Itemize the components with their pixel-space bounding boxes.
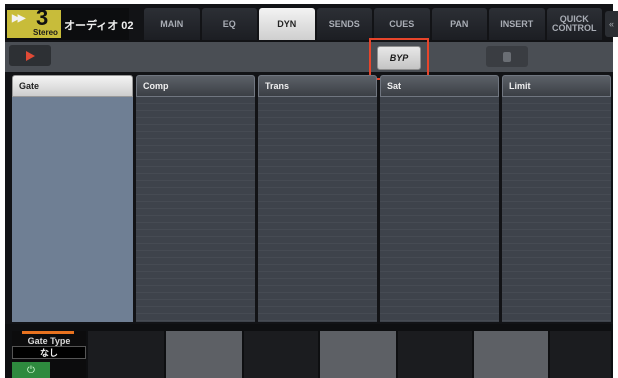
module-header[interactable]: Sat: [380, 75, 499, 97]
tabs-scroll-left-icon[interactable]: «: [605, 11, 618, 37]
tab-cues[interactable]: CUES: [374, 8, 430, 40]
module-trans[interactable]: Trans: [258, 75, 377, 322]
section-tabs: MAIN EQ DYN SENDS CUES PAN INSERT QUICK …: [144, 8, 604, 40]
knob-slot[interactable]: [320, 331, 396, 378]
tab-eq[interactable]: EQ: [201, 8, 257, 40]
knob-slot[interactable]: [88, 331, 164, 378]
channel-type: Stereo: [33, 28, 58, 37]
bypass-button[interactable]: BYP: [377, 46, 421, 70]
play-mark-button[interactable]: [9, 45, 51, 66]
module-sat[interactable]: Sat: [380, 75, 499, 322]
tab-main[interactable]: MAIN: [144, 8, 200, 40]
parameter-indicator-bar: [22, 331, 74, 334]
module-body: [502, 97, 611, 322]
tab-dyn[interactable]: DYN: [259, 8, 315, 40]
knob-slot[interactable]: [244, 331, 318, 378]
tab-pan[interactable]: PAN: [431, 8, 487, 40]
tab-insert[interactable]: INSERT: [489, 8, 545, 40]
power-icon[interactable]: ⏻: [12, 362, 50, 378]
module-limit[interactable]: Limit: [502, 75, 611, 322]
module-comp[interactable]: Comp: [136, 75, 255, 322]
channel-number: 3: [36, 5, 49, 30]
module-header[interactable]: Gate: [12, 75, 133, 97]
parameter-name: Gate Type: [27, 336, 71, 346]
channel-name: オーディオ 02: [64, 20, 134, 32]
knob-slot[interactable]: [550, 331, 611, 378]
module-header[interactable]: Limit: [502, 75, 611, 97]
module-body: [258, 97, 377, 322]
module-body: [12, 97, 133, 322]
module-gate[interactable]: Gate: [12, 75, 133, 322]
module-on-off-button[interactable]: [486, 46, 528, 67]
module-header[interactable]: Comp: [136, 75, 255, 97]
tab-quick-control[interactable]: QUICK CONTROL: [546, 8, 602, 40]
module-header[interactable]: Trans: [258, 75, 377, 97]
parameter-value: なし: [12, 346, 86, 359]
tab-sends[interactable]: SENDS: [316, 8, 372, 40]
knob-slot[interactable]: [166, 331, 242, 378]
knob-slot[interactable]: [474, 331, 548, 378]
module-body: [136, 97, 255, 322]
channel-select-arrow-icon[interactable]: ▶▶: [12, 13, 25, 24]
power-block-icon: [503, 51, 511, 62]
module-body: [380, 97, 499, 322]
play-triangle-icon: [25, 50, 35, 61]
knob-slot[interactable]: [398, 331, 472, 378]
